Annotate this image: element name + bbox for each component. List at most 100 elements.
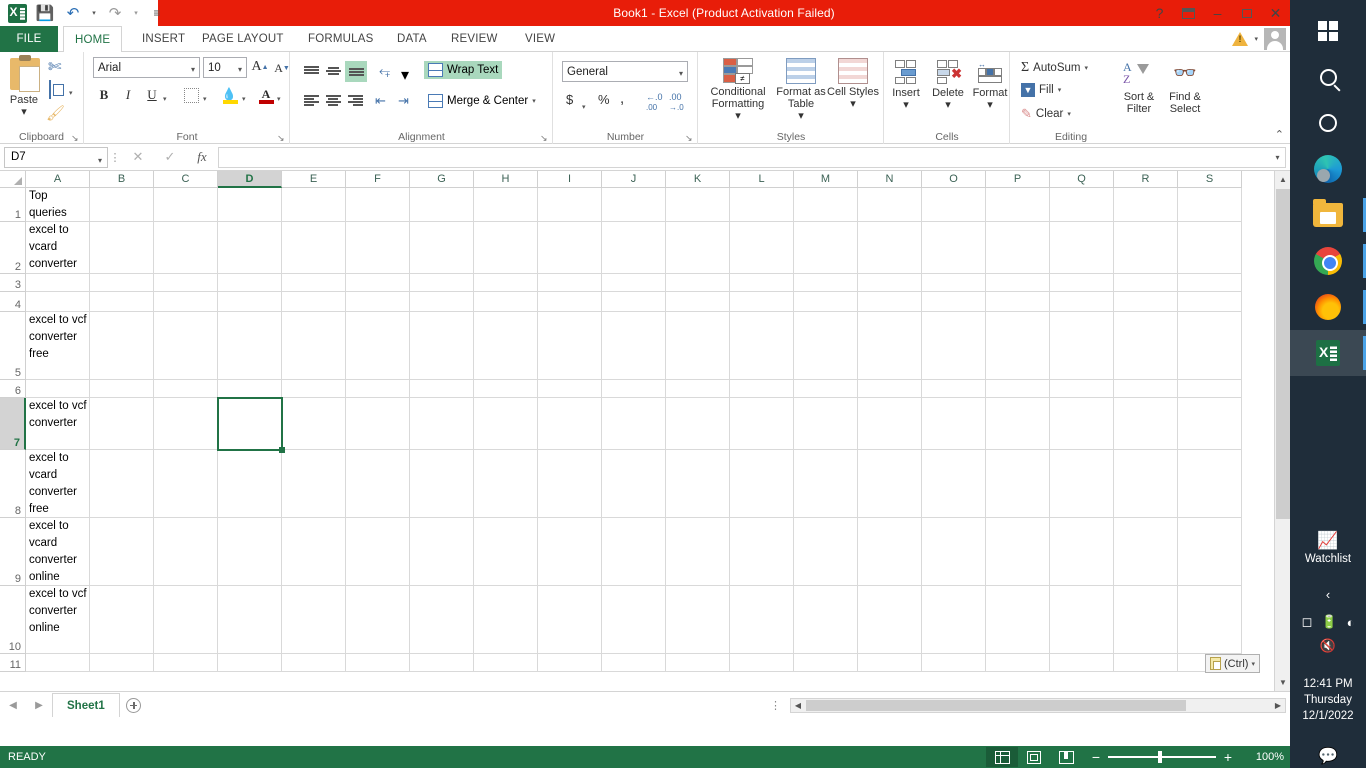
cell-G6[interactable] [410,380,474,398]
italic-button[interactable]: I [117,84,139,106]
cell-M11[interactable] [794,654,858,672]
fill-caret-icon[interactable]: ▾ [1058,86,1062,94]
cell-M5[interactable] [794,312,858,380]
cell-L8[interactable] [730,450,794,518]
insert-cells-button[interactable]: Insert ▾ [885,60,927,111]
cell-G4[interactable] [410,292,474,312]
cell-C10[interactable] [154,586,218,654]
paste-button[interactable]: Paste ▾ [10,55,44,118]
tab-file[interactable]: FILE [0,26,58,52]
cell-P11[interactable] [986,654,1050,672]
zoom-level-label[interactable]: 100% [1244,751,1284,763]
firefox-button[interactable] [1290,284,1366,330]
cell-O2[interactable] [922,222,986,274]
cell-E5[interactable] [282,312,346,380]
row-header-4[interactable]: 4 [0,292,26,312]
row-header-2[interactable]: 2 [0,222,26,274]
cell-H6[interactable] [474,380,538,398]
cell-E1[interactable] [282,188,346,222]
column-header-k[interactable]: K [666,171,730,188]
tab-page-layout[interactable]: PAGE LAYOUT [191,26,295,52]
cell-O9[interactable] [922,518,986,586]
cell-Q5[interactable] [1050,312,1114,380]
cell-L4[interactable] [730,292,794,312]
cell-D3[interactable] [218,274,282,292]
cell-I11[interactable] [538,654,602,672]
cell-H2[interactable] [474,222,538,274]
accounting-format-button[interactable]: $ [566,92,573,107]
cell-F3[interactable] [346,274,410,292]
cell-D7[interactable] [218,398,282,450]
cell-O8[interactable] [922,450,986,518]
cell-L6[interactable] [730,380,794,398]
redo-icon[interactable]: ↷ [102,2,128,24]
cell-G10[interactable] [410,586,474,654]
insert-function-button[interactable]: fx [186,147,218,168]
cell-H11[interactable] [474,654,538,672]
cell-L10[interactable] [730,586,794,654]
cell-C5[interactable] [154,312,218,380]
zoom-slider[interactable] [1108,751,1216,764]
next-sheet-button[interactable]: ▶ [26,694,52,716]
cell-R8[interactable] [1114,450,1178,518]
merge-center-caret-icon[interactable]: ▾ [532,97,536,105]
clock[interactable]: 12:41 PM Thursday 12/1/2022 [1302,676,1353,724]
cell-Q6[interactable] [1050,380,1114,398]
cortana-button[interactable] [1290,100,1366,146]
fill-color-button[interactable]: 💧 [219,84,241,106]
row-header-1[interactable]: 1 [0,188,26,222]
cell-F9[interactable] [346,518,410,586]
cell-G7[interactable] [410,398,474,450]
cell-N2[interactable] [858,222,922,274]
page-layout-view-button[interactable] [1018,747,1050,767]
cell-D6[interactable] [218,380,282,398]
cell-P4[interactable] [986,292,1050,312]
cell-C7[interactable] [154,398,218,450]
column-header-b[interactable]: B [90,171,154,188]
cell-C8[interactable] [154,450,218,518]
cell-A11[interactable] [26,654,90,672]
formula-input[interactable] [218,146,1270,168]
column-header-d[interactable]: D [218,171,282,188]
cell-A2[interactable]: excel to vcard converter [26,222,90,274]
borders-caret-icon[interactable]: ▾ [203,88,207,106]
cell-O5[interactable] [922,312,986,380]
orientation-button[interactable]: ⥆ [379,62,390,79]
cell-L3[interactable] [730,274,794,292]
underline-button[interactable]: U [141,84,163,106]
cell-C2[interactable] [154,222,218,274]
tab-review[interactable]: REVIEW [440,26,509,52]
cell-R10[interactable] [1114,586,1178,654]
vertical-scrollbar[interactable]: ▲ ▼ [1274,171,1290,691]
undo-caret-icon[interactable]: ▾ [88,2,100,24]
row-header-11[interactable]: 11 [0,654,26,672]
cell-J4[interactable] [602,292,666,312]
cell-B6[interactable] [90,380,154,398]
copy-caret-icon[interactable]: ▾ [69,82,73,100]
cell-P7[interactable] [986,398,1050,450]
cell-I9[interactable] [538,518,602,586]
tab-formulas[interactable]: FORMULAS [297,26,385,52]
cell-E10[interactable] [282,586,346,654]
cell-B7[interactable] [90,398,154,450]
column-header-l[interactable]: L [730,171,794,188]
delete-cells-button[interactable]: ✖ Delete ▾ [927,60,969,111]
scroll-right-button[interactable]: ▶ [1271,699,1285,712]
cell-N7[interactable] [858,398,922,450]
row-header-10[interactable]: 10 [0,586,26,654]
clear-caret-icon[interactable]: ▾ [1067,110,1071,118]
horizontal-scrollbar[interactable]: ◀ ▶ [790,697,1286,713]
cell-R2[interactable] [1114,222,1178,274]
accounting-caret-icon[interactable]: ▾ [582,96,586,114]
zoom-in-button[interactable]: + [1222,749,1234,765]
cell-B3[interactable] [90,274,154,292]
cell-S7[interactable] [1178,398,1242,450]
restore-button[interactable] [1232,0,1261,26]
cell-F5[interactable] [346,312,410,380]
cell-J2[interactable] [602,222,666,274]
cell-I1[interactable] [538,188,602,222]
number-format-combo[interactable]: General [562,61,688,84]
cell-H4[interactable] [474,292,538,312]
name-box[interactable]: D7 [4,146,108,170]
increase-indent-button[interactable]: ⇥ [398,93,409,109]
